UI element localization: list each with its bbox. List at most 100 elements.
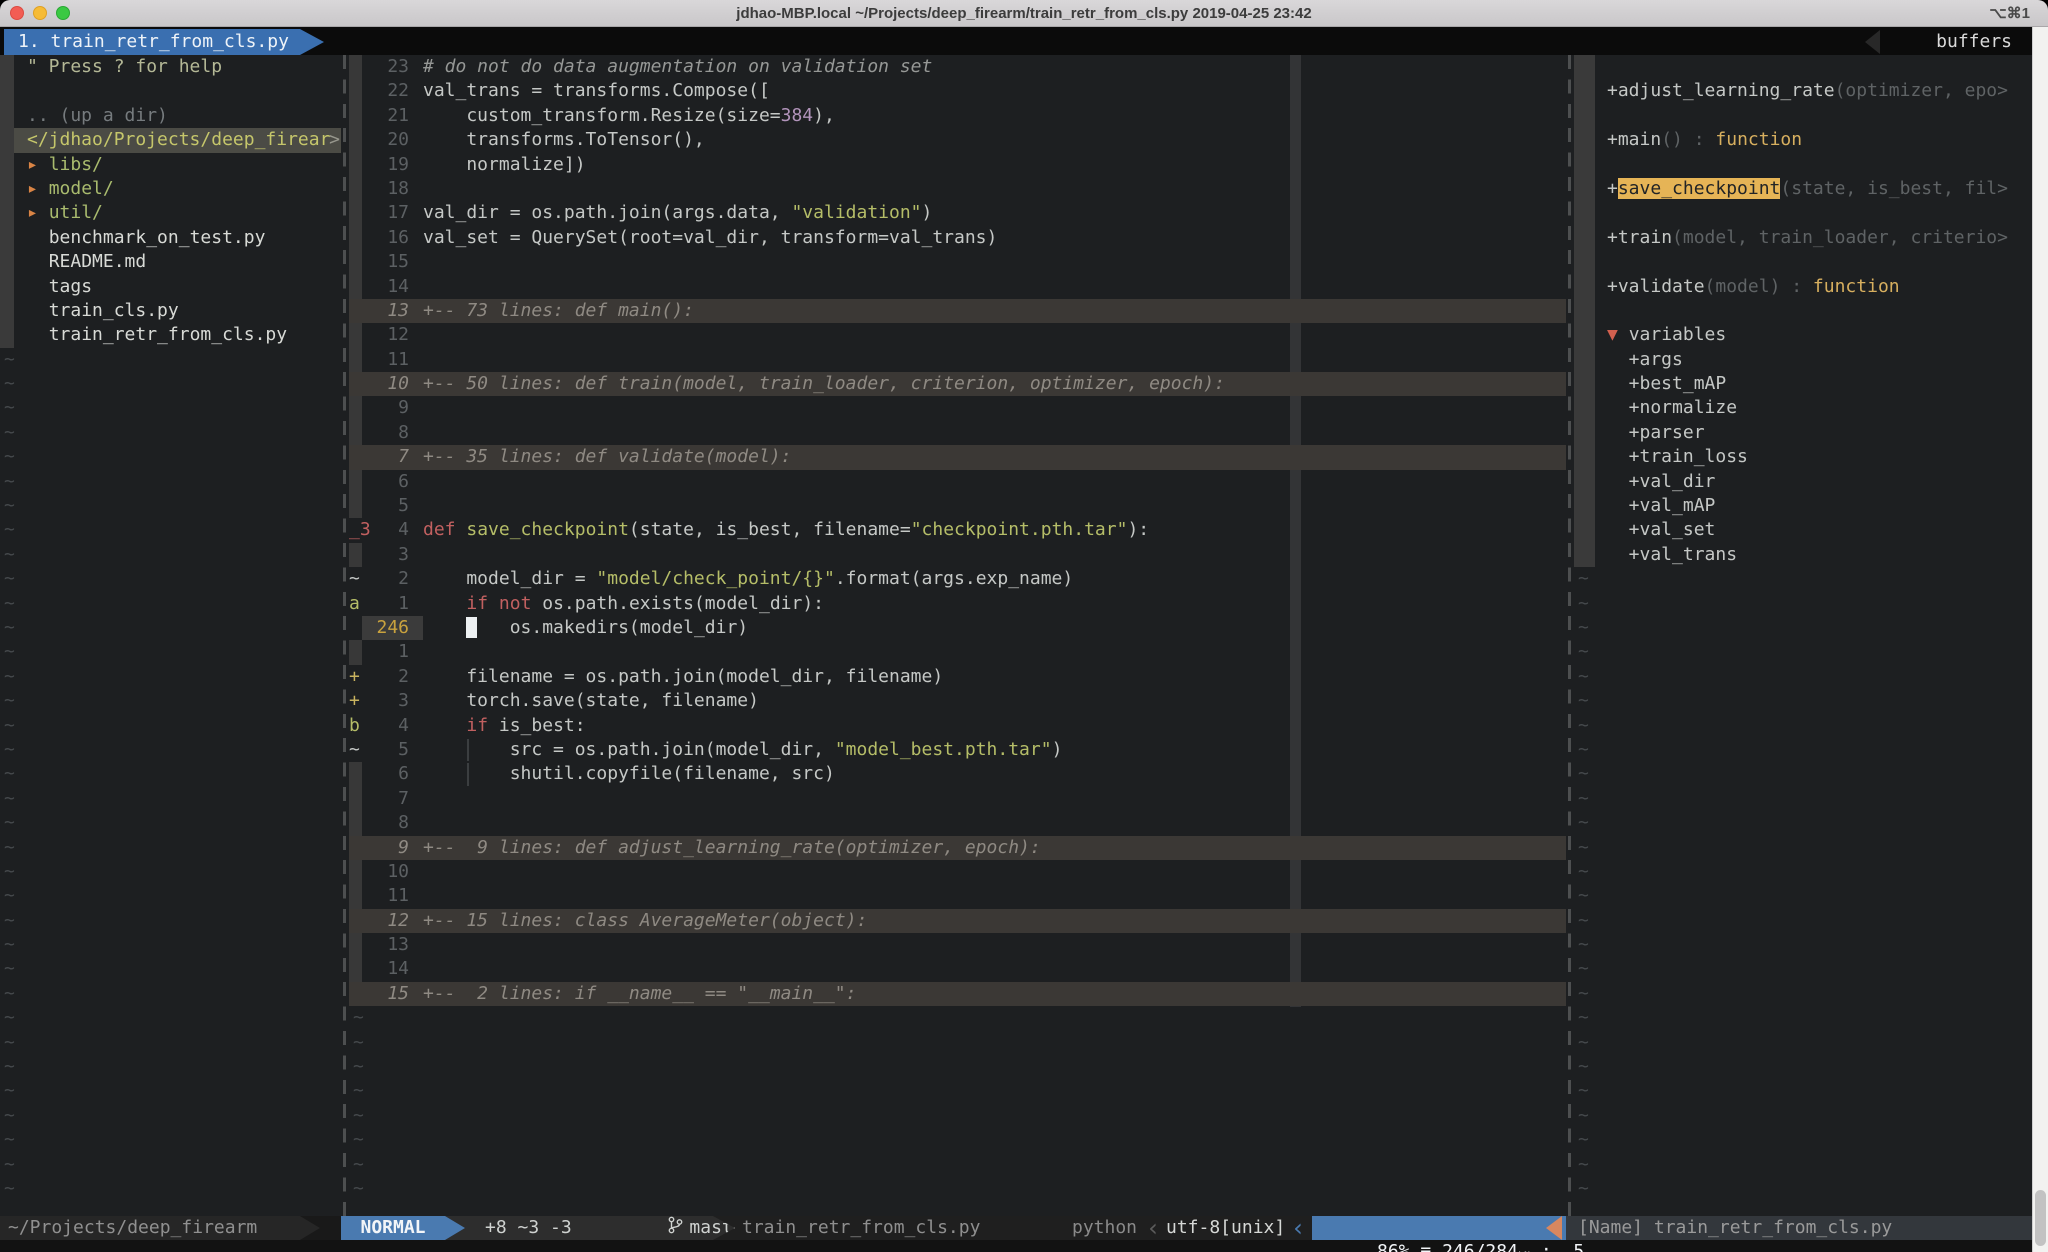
empty-line: ~ xyxy=(0,1006,341,1030)
tag-item[interactable]: +main() : function xyxy=(1574,128,2032,152)
tag-item[interactable] xyxy=(1574,104,2032,128)
code-line[interactable]: b4 if is_best: xyxy=(349,714,1566,738)
fold-column xyxy=(0,323,14,347)
tag-item[interactable] xyxy=(1574,299,2032,323)
tag-item[interactable] xyxy=(1574,250,2032,274)
empty-line: ~ xyxy=(1574,1153,2032,1177)
tag-item[interactable]: +validate(model) : function xyxy=(1574,275,2032,299)
code-line[interactable]: 246 os.makedirs(model_dir) xyxy=(349,616,1566,640)
tree-item[interactable]: train_cls.py xyxy=(0,299,341,323)
tag-item[interactable] xyxy=(1574,153,2032,177)
code-line[interactable]: 14 xyxy=(349,275,1566,299)
code-line[interactable]: 9 xyxy=(349,396,1566,420)
terminal-window: jdhao-MBP.local ~/Projects/deep_firearm/… xyxy=(0,0,2048,1252)
code-line[interactable]: 8 xyxy=(349,421,1566,445)
tree-item[interactable]: benchmark_on_test.py xyxy=(0,226,341,250)
code-line[interactable]: 5 xyxy=(349,494,1566,518)
folded-code-line[interactable]: 9+-- 9 lines: def adjust_learning_rate(o… xyxy=(349,836,1566,860)
tree-item[interactable]: ▸ model/ xyxy=(0,177,341,201)
code-line[interactable]: 11 xyxy=(349,884,1566,908)
code-line[interactable]: 6 shutil.copyfile(filename, src) xyxy=(349,762,1566,786)
tab-active[interactable]: 1. train_retr_from_cls.py xyxy=(4,29,324,55)
code-line[interactable]: 22val_trans = transforms.Compose([ xyxy=(349,79,1566,103)
empty-line: ~ xyxy=(1574,1031,2032,1055)
code-line[interactable]: +2 filename = os.path.join(model_dir, fi… xyxy=(349,665,1566,689)
code-line[interactable]: 10 xyxy=(349,860,1566,884)
code-line[interactable]: 7 xyxy=(349,787,1566,811)
folded-code-line[interactable]: 15+-- 2 lines: if __name__ == "__main__"… xyxy=(349,982,1566,1006)
code-line[interactable]: ~5 src = os.path.join(model_dir, "model_… xyxy=(349,738,1566,762)
code-line[interactable]: 3 xyxy=(349,543,1566,567)
tag-item[interactable]: +args xyxy=(1574,348,2032,372)
sign-column xyxy=(349,396,362,420)
code-line[interactable]: ~2 model_dir = "model/check_point/{}".fo… xyxy=(349,567,1566,591)
tree-item[interactable]: ▸ libs/ xyxy=(0,153,341,177)
window-separator[interactable] xyxy=(343,55,346,1216)
line-number: 12 xyxy=(362,323,423,347)
tree-item[interactable]: .. (up a dir) xyxy=(0,104,341,128)
empty-line: ~ xyxy=(1574,909,2032,933)
folded-code-line[interactable]: 10+-- 50 lines: def train(model, train_l… xyxy=(349,372,1566,396)
code-line[interactable]: 20 transforms.ToTensor(), xyxy=(349,128,1566,152)
code-line[interactable]: 11 xyxy=(349,348,1566,372)
code-line[interactable]: 1 xyxy=(349,640,1566,664)
command-line[interactable] xyxy=(0,1240,2048,1252)
scrollbar[interactable] xyxy=(2032,27,2048,1252)
code-line[interactable]: 23# do not do data augmentation on valid… xyxy=(349,55,1566,79)
tree-item[interactable]: ▸ util/ xyxy=(0,201,341,225)
tree-item[interactable] xyxy=(0,79,341,103)
code-line[interactable]: +3 torch.save(state, filename) xyxy=(349,689,1566,713)
tag-item[interactable]: +train_loss xyxy=(1574,445,2032,469)
code-line[interactable]: 8 xyxy=(349,811,1566,835)
fold-column xyxy=(1574,543,1595,567)
triangle-down-icon[interactable]: ▼ xyxy=(1607,324,1629,345)
code-line[interactable]: 18 xyxy=(349,177,1566,201)
window-separator[interactable] xyxy=(1568,55,1571,1216)
fold-column xyxy=(1574,372,1595,396)
indent-guide xyxy=(467,739,469,761)
tag-item[interactable] xyxy=(1574,55,2032,79)
code-line[interactable]: 15 xyxy=(349,250,1566,274)
code-line[interactable]: 14 xyxy=(349,957,1566,981)
tag-item[interactable]: +val_mAP xyxy=(1574,494,2032,518)
tag-item[interactable]: +parser xyxy=(1574,421,2032,445)
code-line[interactable]: 17val_dir = os.path.join(args.data, "val… xyxy=(349,201,1566,225)
code-line[interactable]: 12 xyxy=(349,323,1566,347)
folded-code-line[interactable]: 7+-- 35 lines: def validate(model): xyxy=(349,445,1566,469)
empty-line: ~ xyxy=(0,616,341,640)
empty-line: ~ xyxy=(1574,811,2032,835)
tag-item[interactable]: ▼ variables xyxy=(1574,323,2032,347)
tree-root-item[interactable]: </jdhao/Projects/deep_firear> xyxy=(0,128,341,152)
tree-item[interactable]: train_retr_from_cls.py xyxy=(0,323,341,347)
sign-column xyxy=(349,421,362,445)
tag-item[interactable]: +val_trans xyxy=(1574,543,2032,567)
tree-item[interactable]: " Press ? for help xyxy=(0,55,341,79)
code-line[interactable]: 19 normalize]) xyxy=(349,153,1566,177)
tag-item[interactable]: +save_checkpoint(state, is_best, fil> xyxy=(1574,177,2032,201)
tag-item[interactable] xyxy=(1574,201,2032,225)
folded-code-line[interactable]: 12+-- 15 lines: class AverageMeter(objec… xyxy=(349,909,1566,933)
code-line[interactable]: 13 xyxy=(349,933,1566,957)
sign-column xyxy=(349,787,362,811)
tag-item[interactable]: +val_set xyxy=(1574,518,2032,542)
titlebar[interactable]: jdhao-MBP.local ~/Projects/deep_firearm/… xyxy=(0,0,2048,27)
code-line[interactable]: 21 custom_transform.Resize(size=384), xyxy=(349,104,1566,128)
line-number: 11 xyxy=(362,884,423,908)
tree-item[interactable]: tags xyxy=(0,275,341,299)
tag-item[interactable]: +normalize xyxy=(1574,396,2032,420)
scrollbar-thumb[interactable] xyxy=(2035,1190,2046,1246)
tag-item[interactable]: +val_dir xyxy=(1574,470,2032,494)
code-line[interactable]: a1 if not os.path.exists(model_dir): xyxy=(349,592,1566,616)
tree-item[interactable]: README.md xyxy=(0,250,341,274)
tag-item[interactable]: +best_mAP xyxy=(1574,372,2032,396)
folded-code-line[interactable]: 13+-- 73 lines: def main(): xyxy=(349,299,1566,323)
code-line[interactable]: 16val_set = QuerySet(root=val_dir, trans… xyxy=(349,226,1566,250)
tag-item[interactable]: +train(model, train_loader, criterio> xyxy=(1574,226,2032,250)
line-number: 6 xyxy=(362,470,423,494)
buffers-label[interactable]: buffers xyxy=(1936,29,2012,55)
code-line[interactable]: 6 xyxy=(349,470,1566,494)
tag-item[interactable]: +adjust_learning_rate(optimizer, epo> xyxy=(1574,79,2032,103)
empty-line: ~ xyxy=(0,811,341,835)
line-number: 9 xyxy=(362,836,423,860)
code-line[interactable]: _34def save_checkpoint(state, is_best, f… xyxy=(349,518,1566,542)
